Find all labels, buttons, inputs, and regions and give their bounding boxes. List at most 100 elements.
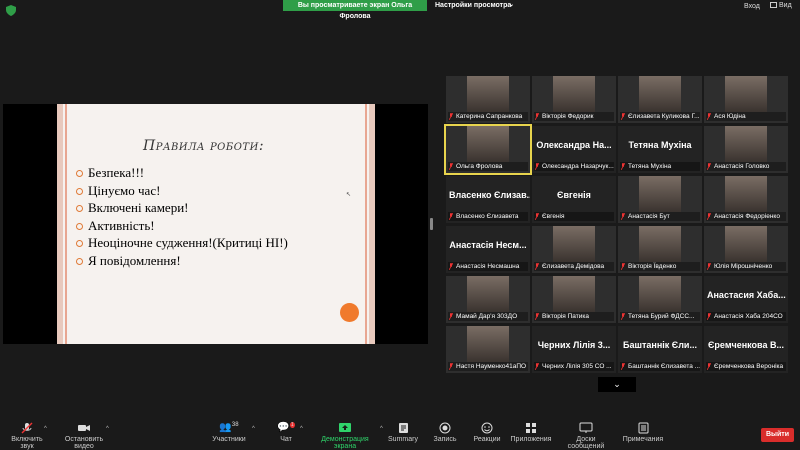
whiteboard-icon (579, 422, 593, 433)
muted-mic-icon (621, 363, 625, 370)
participant-tile[interactable]: Вікторія Ївденко (618, 226, 702, 273)
participant-tile[interactable]: Баштаннік Єли... Баштаннік Єлизавета ... (618, 326, 702, 373)
participant-tile[interactable]: Тетяна Бурий ФДСС... (618, 276, 702, 323)
participant-name-label: Анастасія Федоріенко (706, 212, 786, 221)
audio-options-caret[interactable]: ^ (44, 426, 47, 432)
muted-mic-icon (535, 213, 539, 220)
reactions-button[interactable]: Реакции (472, 422, 502, 443)
chat-icon: 💬1 (277, 422, 295, 433)
participant-name: Вікторія Федорик (542, 113, 594, 120)
summary-button[interactable]: Summary (388, 422, 418, 443)
participant-tile[interactable]: Катерина Сапранкова (446, 76, 530, 123)
notes-label: Примечания (622, 436, 664, 443)
participant-tile[interactable]: Мамай Дар'я 303ДО (446, 276, 530, 323)
participant-video (553, 276, 595, 312)
participant-tile[interactable]: Власенко Єлизав... Власенко Єлизавета (446, 176, 530, 223)
participant-tile[interactable]: Єремченкова В... Єремченкова Вероніка (704, 326, 788, 373)
participant-video (639, 226, 681, 262)
participant-tile[interactable]: Ольга Фролова (444, 124, 532, 175)
participant-tile[interactable]: Вікторія Патика (532, 276, 616, 323)
participant-name-label: Ася Юдіна (706, 112, 786, 121)
participant-tile[interactable]: Анастасія Бут (618, 176, 702, 223)
participant-video (639, 176, 681, 212)
participant-tile[interactable]: Єлизавета Демідова (532, 226, 616, 273)
participant-name: Єлизавета Куликова Г... (628, 113, 700, 120)
participant-tile[interactable]: Черних Лілія 3... Черних Лілія 305 СО ... (532, 326, 616, 373)
participant-name-label: Вікторія Ївденко (620, 262, 700, 271)
participant-tile[interactable]: Анастасія Несм... Анастасія Несмашна (446, 226, 530, 273)
view-settings-dropdown[interactable]: Настройки просмотра ⌄ (430, 0, 518, 11)
muted-mic-icon (449, 113, 453, 120)
participant-name: Катерина Сапранкова (456, 113, 523, 120)
apps-icon (526, 423, 536, 433)
participant-tile[interactable]: Анастасія Головко (704, 126, 788, 173)
participant-tile[interactable]: Юлія Мірошніченко (704, 226, 788, 273)
unmute-label: Включить звук (11, 436, 43, 450)
participant-name-label: Вікторія Федорик (534, 112, 614, 121)
participant-video (725, 76, 767, 112)
muted-mic-icon (449, 313, 453, 320)
participant-tile[interactable]: Ася Юдіна (704, 76, 788, 123)
participant-display-name: Анастасия Хаба... (707, 290, 786, 300)
slide-bullet-text: Я повідомлення! (88, 252, 181, 268)
participant-video (553, 76, 595, 112)
slide-bullet-text: Цінуємо час! (88, 182, 161, 198)
participants-options-caret[interactable]: ^ (252, 426, 255, 432)
video-options-caret[interactable]: ^ (106, 426, 109, 432)
participant-name: Анастасія Головко (714, 163, 770, 170)
participant-display-name: Олександра На... (536, 140, 612, 150)
presentation-slide: Правила роботи: Безпека!!! Цінуємо час! … (57, 104, 375, 344)
participant-name: Баштаннік Єлизавета ... (628, 363, 700, 370)
participants-button[interactable]: 👥38 Участники (209, 422, 249, 443)
participants-label: Участники (212, 436, 246, 443)
participant-name: Тетяна Мухіна (628, 163, 672, 170)
participant-tile[interactable]: Анастасія Федоріенко (704, 176, 788, 223)
participant-video (467, 276, 509, 312)
participant-tile[interactable]: Олександра На... Олександра Назарчук... (532, 126, 616, 173)
muted-mic-icon (707, 113, 711, 120)
gallery-scroll-down-button[interactable]: ⌄ (598, 377, 636, 392)
participant-name-label: Єремченкова Вероніка (706, 362, 786, 371)
participant-name: Ольга Фролова (456, 163, 503, 170)
participant-name: Вікторія Ївденко (628, 263, 677, 270)
shield-icon[interactable] (6, 5, 16, 16)
split-view-handle[interactable] (430, 218, 433, 230)
participant-tile[interactable]: Тетяна Мухіна Тетяна Мухіна (618, 126, 702, 173)
participant-display-name: Тетяна Мухіна (628, 140, 692, 150)
chat-options-caret[interactable]: ^ (300, 426, 303, 432)
participant-name: Мамай Дар'я 303ДО (456, 313, 518, 320)
chat-button[interactable]: 💬1 Чат (274, 422, 298, 443)
leave-meeting-button[interactable]: Выйти (761, 428, 794, 442)
record-button[interactable]: Запись (430, 422, 460, 443)
participant-name-label: Тетяна Мухіна (620, 162, 700, 171)
stop-video-button[interactable]: Остановить видео (56, 422, 112, 450)
participant-tile[interactable]: Єлизавета Куликова Г... (618, 76, 702, 123)
participant-tile[interactable]: Вікторія Федорик (532, 76, 616, 123)
apps-button[interactable]: Приложения (510, 422, 552, 443)
whiteboards-button[interactable]: Доски сообщений (558, 422, 614, 450)
view-button[interactable]: Вид (770, 2, 792, 9)
participant-name-label: Катерина Сапранкова (448, 112, 528, 121)
participant-tile[interactable]: Євгенія Євгенія (532, 176, 616, 223)
muted-mic-icon (449, 213, 453, 220)
record-icon (439, 422, 451, 434)
whiteboards-label: Доски сообщений (567, 436, 605, 450)
participant-tile[interactable]: Настя Науменко41аПО (446, 326, 530, 373)
slide-bullet-text: Включені камери! (88, 200, 189, 216)
participants-icon: 👥38 (219, 422, 239, 433)
muted-mic-icon (621, 163, 625, 170)
slide-bullet-item: Включені камери! (76, 199, 288, 217)
screen-share-banner: Вы просматриваете экран Ольга Фролова (283, 0, 427, 20)
share-options-caret[interactable]: ^ (380, 426, 383, 432)
slide-bullet-item: Безпека!!! (76, 164, 288, 182)
sign-in-button[interactable]: Вход (744, 3, 760, 10)
participant-name-label: Анастасія Головко (706, 162, 786, 171)
participant-name-label: Анастасія Хаба 204СО (706, 312, 786, 321)
participant-tile[interactable]: Анастасия Хаба... Анастасія Хаба 204СО (704, 276, 788, 323)
participant-video (467, 326, 509, 362)
participant-name: Ася Юдіна (714, 113, 746, 120)
slide-title: Правила роботи: (143, 138, 265, 154)
notes-button[interactable]: Примечания (622, 422, 664, 443)
mouse-cursor-icon: ↖ (346, 192, 352, 198)
share-screen-button[interactable]: Демонстрация экрана (312, 422, 378, 450)
